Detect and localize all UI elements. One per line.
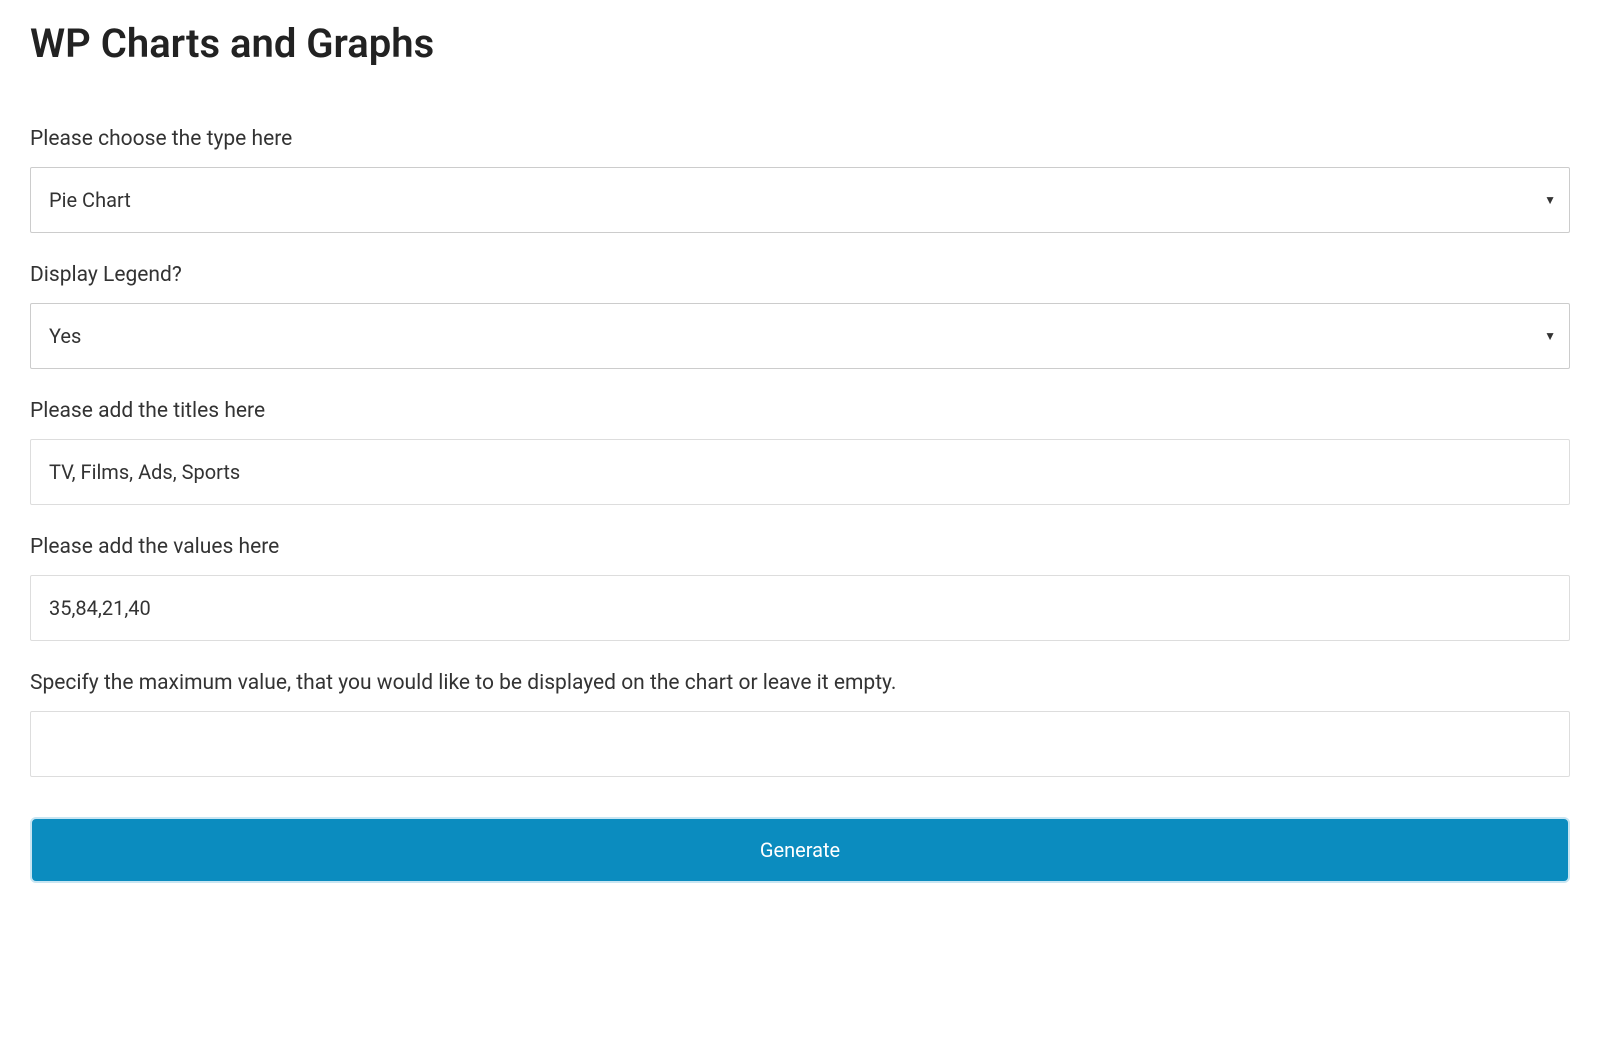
values-label: Please add the values here bbox=[30, 535, 1570, 559]
values-input[interactable] bbox=[30, 575, 1570, 641]
max-value-input[interactable] bbox=[30, 711, 1570, 777]
chart-type-label: Please choose the type here bbox=[30, 127, 1570, 151]
generate-button[interactable]: Generate bbox=[30, 817, 1570, 883]
titles-label: Please add the titles here bbox=[30, 399, 1570, 423]
display-legend-label: Display Legend? bbox=[30, 263, 1570, 287]
chart-type-select[interactable]: Pie Chart bbox=[30, 167, 1570, 233]
max-value-label: Specify the maximum value, that you woul… bbox=[30, 671, 1570, 695]
page-title: WP Charts and Graphs bbox=[30, 20, 1570, 67]
display-legend-select[interactable]: Yes bbox=[30, 303, 1570, 369]
titles-input[interactable] bbox=[30, 439, 1570, 505]
